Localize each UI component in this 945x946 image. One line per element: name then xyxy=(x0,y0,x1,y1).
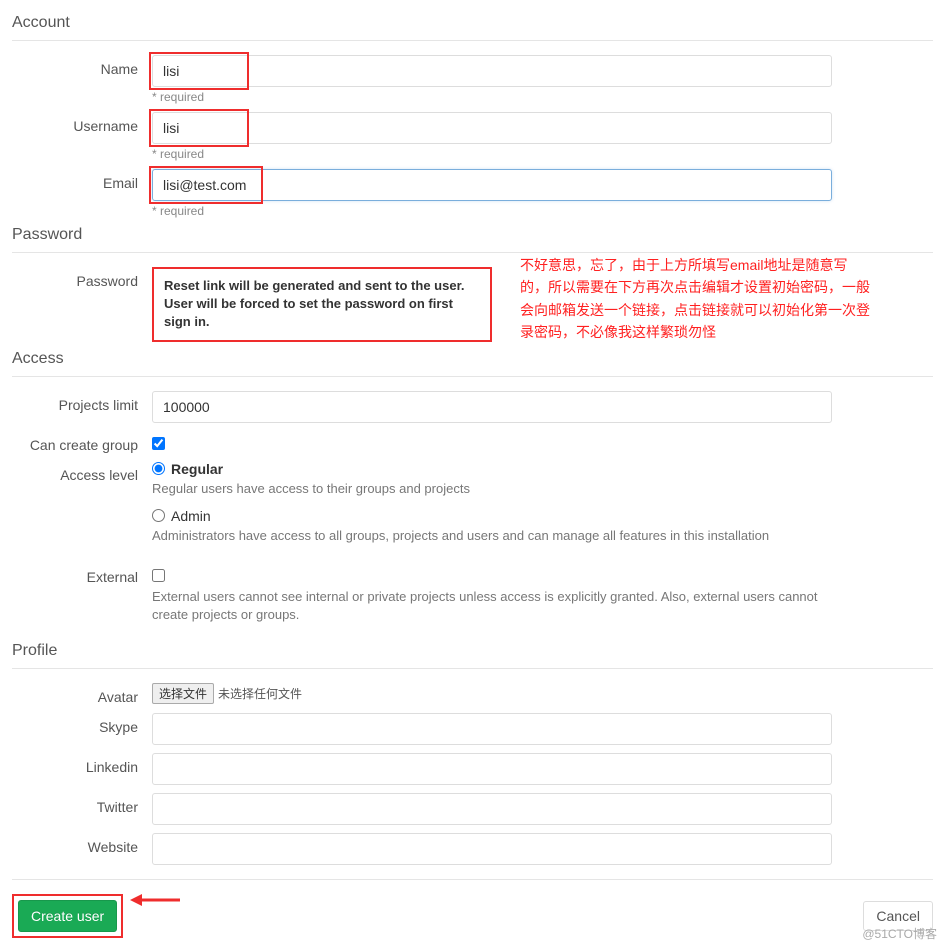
projects-limit-label: Projects limit xyxy=(12,391,152,413)
section-profile: Profile xyxy=(12,642,933,669)
avatar-label: Avatar xyxy=(12,683,152,705)
section-password: Password xyxy=(12,226,933,253)
admin-radio[interactable] xyxy=(152,509,165,522)
row-access-level: Access level Regular Regular users have … xyxy=(12,461,933,555)
watermark-text: @51CTO博客 xyxy=(862,925,937,942)
regular-radio[interactable] xyxy=(152,462,165,475)
website-label: Website xyxy=(12,833,152,855)
row-website: Website xyxy=(12,833,933,865)
row-name: Name * required xyxy=(12,55,933,104)
admin-label[interactable]: Admin xyxy=(171,508,211,524)
projects-limit-input[interactable] xyxy=(152,391,832,423)
arrow-icon xyxy=(130,890,180,910)
avatar-nofile-text: 未选择任何文件 xyxy=(218,687,302,701)
name-label: Name xyxy=(12,55,152,77)
name-helper: * required xyxy=(152,90,832,104)
can-create-group-label: Can create group xyxy=(12,431,152,453)
row-email: Email * required xyxy=(12,169,933,218)
name-input[interactable] xyxy=(152,55,832,87)
page-container: Account Name * required Username * requi… xyxy=(0,0,945,946)
website-input[interactable] xyxy=(152,833,832,865)
section-access: Access xyxy=(12,350,933,377)
access-level-label: Access level xyxy=(12,461,152,483)
external-desc: External users cannot see internal or pr… xyxy=(152,588,832,624)
password-line1: Reset link will be generated and sent to… xyxy=(164,277,480,295)
username-input[interactable] xyxy=(152,112,832,144)
row-twitter: Twitter xyxy=(12,793,933,825)
admin-desc: Administrators have access to all groups… xyxy=(152,527,832,545)
avatar-file-button[interactable]: 选择文件 xyxy=(152,683,214,704)
annotation-note: 不好意思，忘了，由于上方所填写email地址是随意写的，所以需要在下方再次点击编… xyxy=(520,254,870,344)
annotation-box-create: Create user xyxy=(12,894,123,938)
password-info-box: Reset link will be generated and sent to… xyxy=(152,267,492,342)
external-checkbox[interactable] xyxy=(152,569,165,582)
skype-label: Skype xyxy=(12,713,152,735)
row-username: Username * required xyxy=(12,112,933,161)
regular-label[interactable]: Regular xyxy=(171,461,223,477)
row-avatar: Avatar 选择文件未选择任何文件 xyxy=(12,683,933,705)
email-helper: * required xyxy=(152,204,832,218)
row-linkedin: Linkedin xyxy=(12,753,933,785)
can-create-group-checkbox[interactable] xyxy=(152,437,165,450)
email-label: Email xyxy=(12,169,152,191)
external-label: External xyxy=(12,563,152,585)
create-user-button[interactable]: Create user xyxy=(18,900,117,932)
twitter-input[interactable] xyxy=(152,793,832,825)
row-projects-limit: Projects limit xyxy=(12,391,933,423)
password-line2: User will be forced to set the password … xyxy=(164,295,480,331)
username-helper: * required xyxy=(152,147,832,161)
username-label: Username xyxy=(12,112,152,134)
twitter-label: Twitter xyxy=(12,793,152,815)
row-skype: Skype xyxy=(12,713,933,745)
email-input[interactable] xyxy=(152,169,832,201)
password-label: Password xyxy=(12,267,152,289)
row-external: External External users cannot see inter… xyxy=(12,563,933,634)
row-can-create-group: Can create group xyxy=(12,431,933,453)
linkedin-input[interactable] xyxy=(152,753,832,785)
skype-input[interactable] xyxy=(152,713,832,745)
regular-desc: Regular users have access to their group… xyxy=(152,480,832,498)
linkedin-label: Linkedin xyxy=(12,753,152,775)
section-account: Account xyxy=(12,14,933,41)
